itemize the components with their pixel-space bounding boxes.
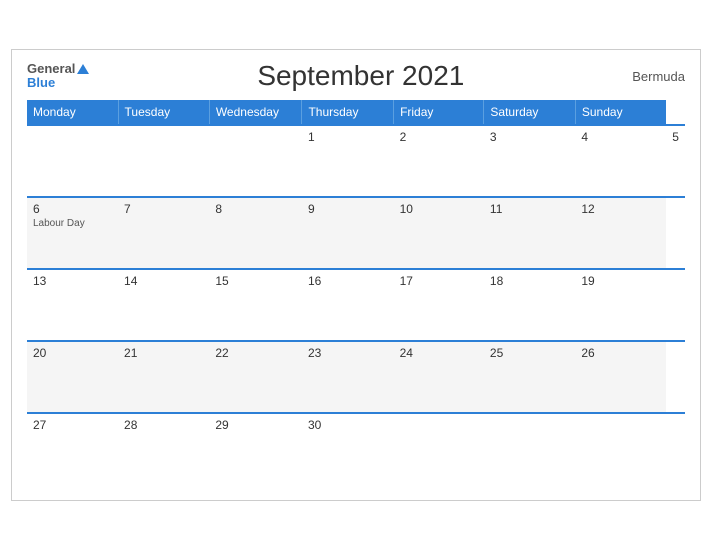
day-number: 17 <box>400 274 478 288</box>
weekday-header-monday: Monday <box>27 100 118 125</box>
day-number: 27 <box>33 418 112 432</box>
calendar-cell: 4 <box>575 125 666 197</box>
calendar-cell: 30 <box>302 413 394 485</box>
day-number: 25 <box>490 346 569 360</box>
calendar-cell: 23 <box>302 341 394 413</box>
day-number: 23 <box>308 346 388 360</box>
weekday-header-sunday: Sunday <box>575 100 666 125</box>
calendar-cell: 28 <box>118 413 209 485</box>
week-row-2: 13 14 15 16 17 18 19 <box>27 269 685 341</box>
calendar-cell: 19 <box>575 269 666 341</box>
calendar-cell: 3 <box>484 125 575 197</box>
day-number: 15 <box>215 274 296 288</box>
logo: General Blue <box>27 62 89 91</box>
weekday-header-wednesday: Wednesday <box>209 100 302 125</box>
calendar-cell: 16 <box>302 269 394 341</box>
calendar-title: September 2021 <box>89 60 632 92</box>
week-row-4: 27 28 29 30 <box>27 413 685 485</box>
day-number: 26 <box>581 346 660 360</box>
event-label: Labour Day <box>33 218 112 229</box>
calendar-cell: 8 <box>209 197 302 269</box>
week-row-1: 6 Labour Day 789 10 11 12 <box>27 197 685 269</box>
calendar-cell <box>484 413 575 485</box>
day-number: 7 <box>124 202 203 216</box>
calendar-cell: 29 <box>209 413 302 485</box>
day-number: 18 <box>490 274 569 288</box>
day-number: 5 <box>672 130 679 144</box>
logo-blue-text: Blue <box>27 76 89 90</box>
calendar-cell: 14 <box>118 269 209 341</box>
day-number: 1 <box>308 130 388 144</box>
weekday-header-tuesday: Tuesday <box>118 100 209 125</box>
calendar-cell: 13 <box>27 269 118 341</box>
calendar-cell: 20 <box>27 341 118 413</box>
day-number: 20 <box>33 346 112 360</box>
calendar-thead: MondayTuesdayWednesdayThursdayFridaySatu… <box>27 100 685 125</box>
day-number: 8 <box>215 202 296 216</box>
week-row-3: 20 21 22 23 24 25 26 <box>27 341 685 413</box>
calendar-cell: 11 <box>484 197 575 269</box>
day-number: 30 <box>308 418 388 432</box>
calendar-cell: 1 <box>302 125 394 197</box>
calendar-cell: 27 <box>27 413 118 485</box>
calendar-cell: 26 <box>575 341 666 413</box>
calendar-tbody: 123456Labour Day789101112131415161718192… <box>27 125 685 485</box>
calendar-cell: 7 <box>118 197 209 269</box>
calendar-cell: 9 <box>302 197 394 269</box>
calendar-cell: 18 <box>484 269 575 341</box>
calendar-cell: 15 <box>209 269 302 341</box>
calendar-cell: 25 <box>484 341 575 413</box>
logo-general-text: General <box>27 62 89 76</box>
calendar-cell <box>209 125 302 197</box>
weekday-header-saturday: Saturday <box>484 100 575 125</box>
calendar-region: Bermuda <box>632 69 685 84</box>
calendar-cell <box>27 125 118 197</box>
calendar-cell <box>118 125 209 197</box>
calendar-cell: 2 <box>394 125 484 197</box>
weekday-header-thursday: Thursday <box>302 100 394 125</box>
calendar-table: MondayTuesdayWednesdayThursdayFridaySatu… <box>27 100 685 485</box>
day-number: 6 <box>33 202 112 216</box>
day-number: 28 <box>124 418 203 432</box>
day-number: 4 <box>581 130 660 144</box>
calendar: General Blue September 2021 Bermuda Mond… <box>11 49 701 501</box>
calendar-header: General Blue September 2021 Bermuda <box>27 60 685 92</box>
calendar-cell: 6 Labour Day <box>27 197 118 269</box>
calendar-cell: 24 <box>394 341 484 413</box>
day-number: 21 <box>124 346 203 360</box>
day-number: 29 <box>215 418 296 432</box>
logo-triangle-icon <box>77 64 89 74</box>
calendar-cell: 10 <box>394 197 484 269</box>
calendar-cell: 5 <box>666 125 685 197</box>
week-row-0: 12345 <box>27 125 685 197</box>
day-number: 12 <box>581 202 660 216</box>
calendar-cell <box>394 413 484 485</box>
day-number: 10 <box>400 202 478 216</box>
calendar-cell <box>575 413 666 485</box>
day-number: 3 <box>490 130 569 144</box>
calendar-cell: 12 <box>575 197 666 269</box>
day-number: 22 <box>215 346 296 360</box>
day-number: 11 <box>490 202 569 216</box>
weekday-header-friday: Friday <box>394 100 484 125</box>
calendar-cell: 17 <box>394 269 484 341</box>
calendar-cell: 21 <box>118 341 209 413</box>
weekday-header-row: MondayTuesdayWednesdayThursdayFridaySatu… <box>27 100 685 125</box>
day-number: 2 <box>400 130 478 144</box>
day-number: 13 <box>33 274 112 288</box>
day-number: 14 <box>124 274 203 288</box>
day-number: 24 <box>400 346 478 360</box>
calendar-cell: 22 <box>209 341 302 413</box>
day-number: 16 <box>308 274 388 288</box>
day-number: 19 <box>581 274 660 288</box>
day-number: 9 <box>308 202 388 216</box>
